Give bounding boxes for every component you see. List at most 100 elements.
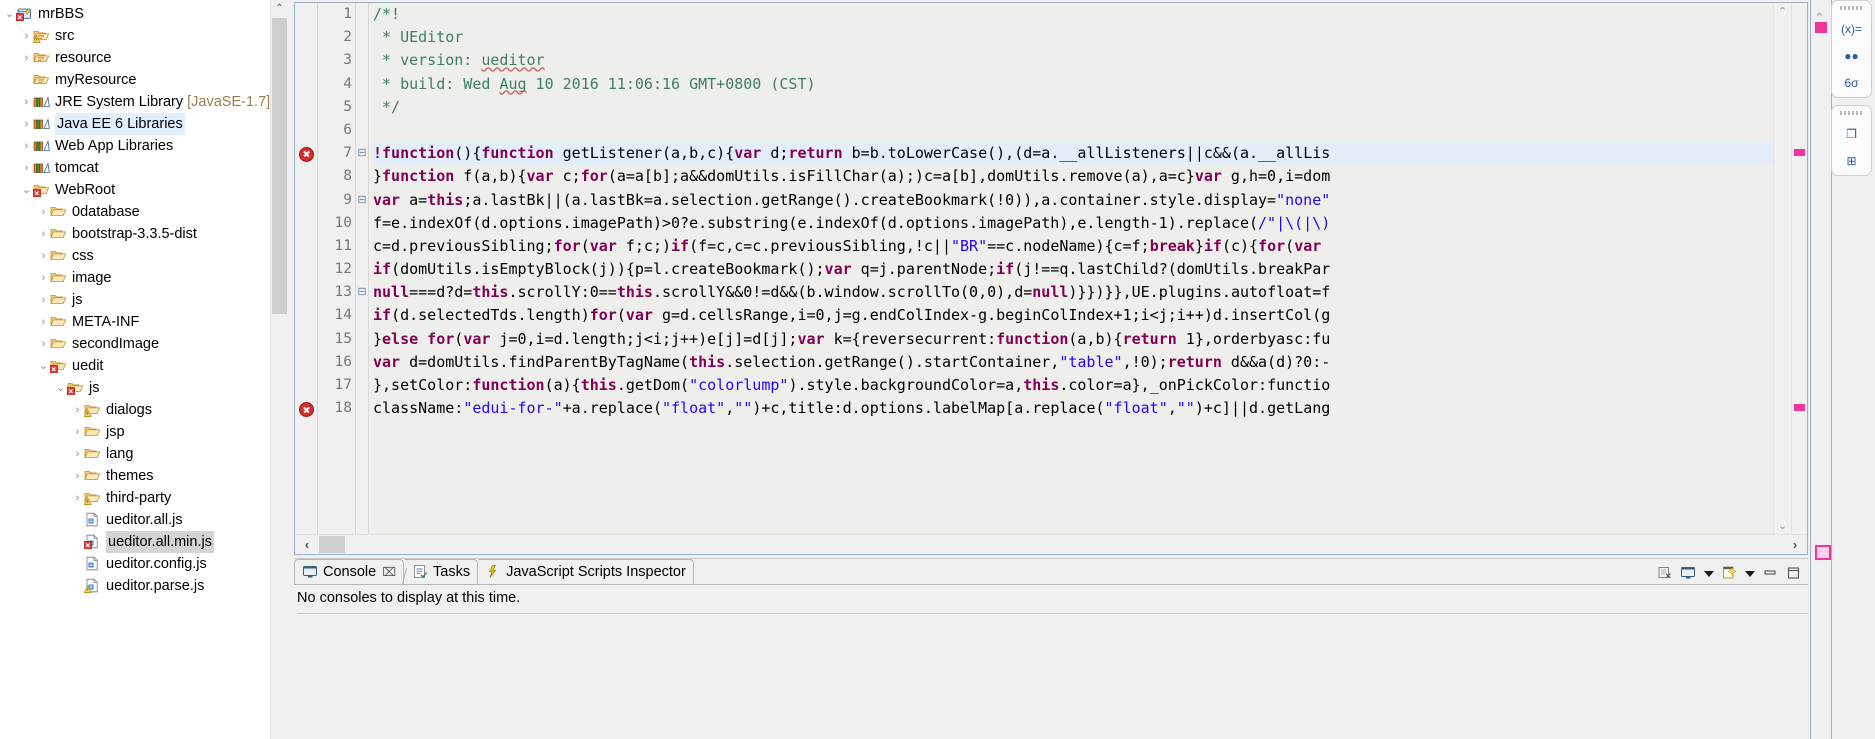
overview-error-marker[interactable] (1794, 149, 1805, 157)
close-icon[interactable]: ⌧ (382, 565, 396, 579)
editor-horizontal-scrollbar[interactable]: ‹ › (295, 534, 1807, 554)
chevron-down-icon[interactable]: ⌄ (54, 377, 67, 399)
debug-views-group[interactable]: (x)= ●● 6σ (1831, 0, 1872, 98)
code-line[interactable]: /*! (373, 3, 1773, 26)
chevron-right-icon[interactable]: › (37, 223, 50, 245)
tree-item-ueditor-all-js[interactable]: ueditor.all.js (0, 509, 288, 531)
chevron-right-icon[interactable]: › (37, 311, 50, 333)
code-line[interactable]: c=d.previousSibling;for(var f;c;)if(f=c,… (373, 235, 1773, 258)
tree-item-secondimage[interactable]: › secondImage (0, 333, 288, 355)
chevron-right-icon[interactable]: › (20, 157, 33, 179)
console-tab-bar[interactable]: Console ⌧ Tasks JavaScript Scripts Inspecto… (294, 559, 1808, 585)
folding-ruler[interactable]: ⊟ ⊟ ⊟ (356, 3, 369, 534)
tree-item-meta-inf[interactable]: › META-INF (0, 311, 288, 333)
tab-console[interactable]: Console ⌧ (294, 559, 405, 584)
code-line[interactable]: f=e.indexOf(d.options.imagePath)>0?e.sub… (373, 212, 1773, 235)
tree-item-bootstrap-3-3-5-dist[interactable]: › bootstrap-3.3.5-dist (0, 223, 288, 245)
tree-item-uedit[interactable]: ⌄ uedit (0, 355, 288, 377)
chevron-down-icon[interactable]: ⌄ (37, 355, 50, 377)
tree-item-resource[interactable]: › resource (0, 47, 288, 69)
code-line[interactable]: !function(){function getListener(a,b,c){… (373, 142, 1773, 166)
tab-javascript-scripts-inspector[interactable]: JavaScript Scripts Inspector (478, 559, 694, 584)
fold-collapse-icon[interactable]: ⊟ (356, 281, 368, 304)
editor-body[interactable]: 1 2 3 4 5 6 7 8 9 10 11 12 13 14 15 16 17 18 ⊟ ⊟ ⊟ /*! * UE… (295, 3, 1807, 534)
tree-item-java-ee-6-libraries[interactable]: › Java EE 6 Libraries (0, 113, 288, 135)
explorer-vertical-scrollbar[interactable]: ⌃ (270, 0, 288, 739)
chevron-right-icon[interactable]: › (71, 421, 84, 443)
project-explorer-view[interactable]: ⌄ mrBBS › src › resource myResource › JRE System… (0, 0, 288, 739)
chevron-right-icon[interactable]: › (71, 487, 84, 509)
code-line[interactable]: }else for(var j=0,i=d.length;j<i;j++)e[j… (373, 328, 1773, 351)
code-line[interactable]: className:"edui-for-"+a.replace("float",… (373, 397, 1773, 420)
code-editor[interactable]: 1 2 3 4 5 6 7 8 9 10 11 12 13 14 15 16 17 18 ⊟ ⊟ ⊟ /*! * UE… (294, 2, 1808, 555)
tree-item-0database[interactable]: › 0database (0, 201, 288, 223)
chevron-right-icon[interactable]: › (20, 135, 33, 157)
expressions-view-icon[interactable]: 6σ (1840, 73, 1864, 93)
code-line[interactable]: if(d.selectedTds.length)for(var g=d.cell… (373, 304, 1773, 327)
editor-hscroll-thumb[interactable] (319, 536, 345, 553)
variables-view-icon[interactable]: (x)= (1840, 19, 1864, 39)
tree-item-myresource[interactable]: myResource (0, 69, 288, 91)
console-toolbar[interactable] (1657, 565, 1808, 584)
overview-ruler[interactable] (1791, 3, 1807, 534)
annotation-ruler[interactable] (295, 3, 318, 534)
chevron-right-icon[interactable]: › (71, 465, 84, 487)
maximize-button[interactable] (1785, 565, 1802, 582)
chevron-right-icon[interactable]: › (20, 113, 33, 135)
tab-tasks[interactable]: Tasks (405, 559, 479, 584)
drag-handle-icon[interactable] (1839, 6, 1864, 10)
tree-item-jre-system-library[interactable]: › JRE System Library [JavaSE-1.7] (0, 91, 288, 113)
code-line[interactable]: },setColor:function(a){this.getDom("colo… (373, 374, 1773, 397)
console-view[interactable]: Console ⌧ Tasks JavaScript Scripts Inspecto… (294, 558, 1808, 739)
tree-item-dialogs[interactable]: › dialogs (0, 399, 288, 421)
editor-scroll-down-icon[interactable]: ⌄ (1774, 517, 1791, 534)
perspective-group[interactable]: ❐ ⊞ (1831, 105, 1872, 176)
clear-console-button[interactable] (1657, 565, 1674, 582)
code-line[interactable]: * UEditor (373, 26, 1773, 49)
editor-scroll-left-icon[interactable]: ‹ (295, 537, 319, 552)
project-tree[interactable]: ⌄ mrBBS › src › resource myResource › JRE System… (0, 0, 288, 597)
chevron-down-icon[interactable]: ⌄ (20, 179, 33, 201)
code-line[interactable] (373, 119, 1773, 142)
code-line[interactable]: var d=domUtils.findParentByTagName(this.… (373, 351, 1773, 374)
overview-error-marker[interactable] (1794, 404, 1805, 412)
chevron-right-icon[interactable]: › (71, 443, 84, 465)
tree-item-ueditor-parse-js[interactable]: ueditor.parse.js (0, 575, 288, 597)
code-line[interactable]: }function f(a,b){var c;for(a=a[b];a&&dom… (373, 165, 1773, 188)
restore-view-icon[interactable]: ❐ (1840, 124, 1864, 144)
chevron-right-icon[interactable]: › (37, 267, 50, 289)
tree-item-mrbbs[interactable]: ⌄ mrBBS (0, 3, 288, 25)
code-line[interactable]: * build: Wed Aug 10 2016 11:06:16 GMT+08… (373, 73, 1773, 96)
console-content[interactable]: No consoles to display at this time. (294, 585, 1808, 739)
fast-view-groups[interactable]: (x)= ●● 6σ ❐ ⊞ (1831, 0, 1872, 183)
display-selected-console-menu[interactable] (1703, 565, 1715, 582)
editor-scroll-right-icon[interactable]: › (1783, 537, 1807, 552)
tree-item-ueditor-config-js[interactable]: ueditor.config.js (0, 553, 288, 575)
tree-item-tomcat[interactable]: › tomcat (0, 157, 288, 179)
editor-vertical-scrollbar[interactable]: ⌃ ⌄ (1773, 3, 1791, 534)
error-annotation-icon[interactable] (299, 147, 314, 163)
fold-collapse-icon[interactable]: ⊟ (356, 142, 368, 165)
fold-collapse-icon[interactable]: ⊟ (356, 189, 368, 212)
chevron-right-icon[interactable]: › (20, 91, 33, 113)
source-code-text[interactable]: /*! * UEditor * version: ueditor * build… (369, 3, 1773, 534)
right-fast-view-bar[interactable]: ⌃ (x)= ●● 6σ ❐ ⊞ (1810, 0, 1875, 739)
display-selected-console-button[interactable] (1680, 565, 1697, 582)
editor-scroll-up-icon[interactable]: ⌃ (1774, 3, 1791, 20)
tree-item-src[interactable]: › src (0, 25, 288, 47)
tree-item-webroot[interactable]: ⌄ WebRoot (0, 179, 288, 201)
tree-item-jsp[interactable]: › jsp (0, 421, 288, 443)
minimize-button[interactable] (1762, 565, 1779, 582)
scroll-up-arrow-icon[interactable]: ⌃ (271, 0, 288, 17)
code-line[interactable]: */ (373, 96, 1773, 119)
chevron-right-icon[interactable]: › (37, 201, 50, 223)
explorer-scroll-thumb[interactable] (272, 18, 287, 314)
chevron-right-icon[interactable]: › (71, 399, 84, 421)
chevron-right-icon[interactable]: › (20, 25, 33, 47)
chevron-right-icon[interactable]: › (37, 333, 50, 355)
tree-item-themes[interactable]: › themes (0, 465, 288, 487)
tree-item-js[interactable]: ⌄ js (0, 377, 288, 399)
code-line[interactable]: var a=this;a.lastBk||(a.lastBk=a.selecti… (373, 189, 1773, 212)
chevron-right-icon[interactable]: › (37, 289, 50, 311)
tree-item-image[interactable]: › image (0, 267, 288, 289)
